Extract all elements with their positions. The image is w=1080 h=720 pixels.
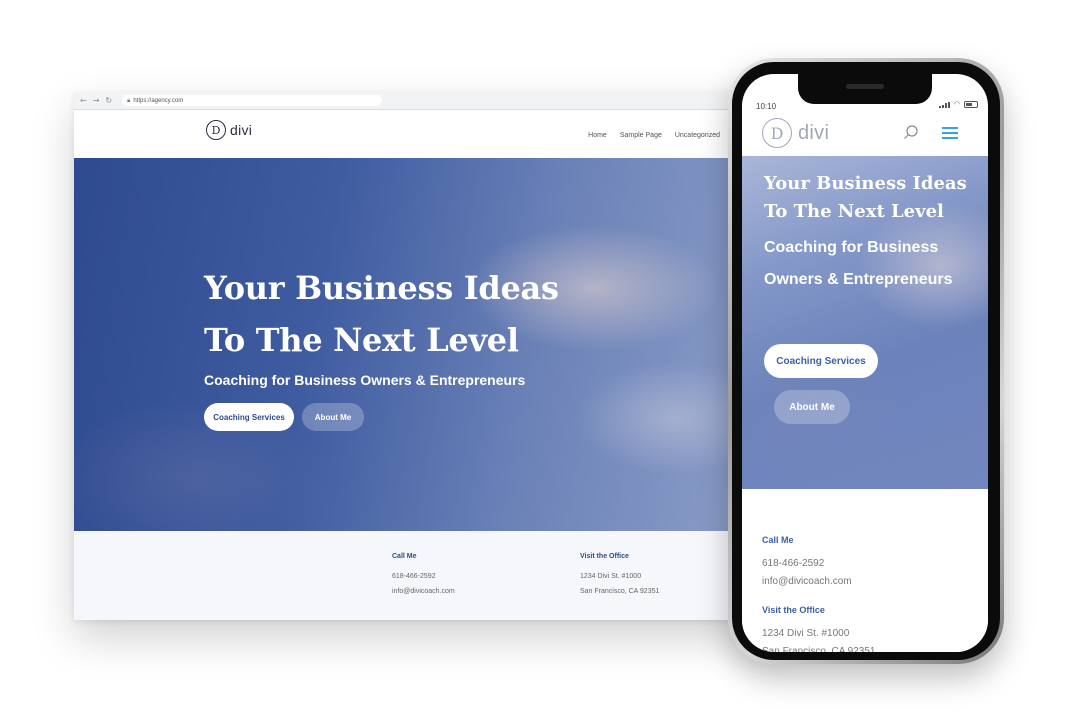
mobile-email-address[interactable]: info@divicoach.com — [762, 573, 852, 591]
visit-office-column: Visit the Office 1234 Divi St. #1000 San… — [580, 553, 659, 599]
street-address: 1234 Divi St. #1000 — [580, 573, 642, 580]
mobile-hero-title-line-2: To The Next Level — [764, 201, 944, 222]
mobile-header: D divi — [742, 114, 988, 156]
mobile-contact-section: Call Me 618-466-2592 info@divicoach.com … — [742, 489, 988, 652]
arrow-left-icon[interactable]: ← — [80, 96, 87, 105]
hero-subtitle: Coaching for Business Owners & Entrepren… — [204, 372, 526, 388]
menu-item-sample-page[interactable]: Sample Page — [620, 132, 662, 139]
browser-toolbar: ← → ↻ 🔒︎ https://agency.com — [74, 92, 774, 110]
mobile-hero-section: Your Business Ideas To The Next Level Co… — [742, 156, 988, 489]
status-time: 10:10 — [756, 102, 777, 111]
address-url: https://agency.com — [133, 97, 184, 104]
visit-office-heading: Visit the Office — [580, 553, 629, 560]
hero-title-line-1: Your Business Ideas — [204, 269, 559, 307]
call-me-heading: Call Me — [392, 553, 417, 560]
mobile-hero-title-line-1: Your Business Ideas — [764, 173, 967, 194]
mobile-logo-mark: D — [762, 118, 792, 148]
arrow-right-icon[interactable]: → — [93, 96, 100, 105]
contact-section: Call Me 618-466-2592 info@divicoach.com … — [74, 531, 774, 620]
email-address[interactable]: info@divicoach.com — [392, 584, 455, 599]
site-header: D divi Home Sample Page Uncategorized — [74, 110, 774, 158]
phone-bezel: 10:10 ◠ D divi Your Business Ideas To Th… — [732, 62, 1000, 660]
reload-icon[interactable]: ↻ — [105, 96, 112, 105]
phone-notch — [798, 74, 932, 104]
phone-mockup: 10:10 ◠ D divi Your Business Ideas To Th… — [728, 58, 1004, 664]
hero-title-line-2: To The Next Level — [204, 321, 519, 359]
logo-mark: D — [206, 120, 226, 140]
mobile-street-address: 1234 Divi St. #1000 — [762, 628, 850, 639]
status-icons: ◠ — [938, 100, 978, 108]
city-address: San Francisco, CA 92351 — [580, 588, 660, 595]
main-menu: Home Sample Page Uncategorized — [588, 132, 720, 139]
logo-text: divi — [230, 122, 253, 138]
mobile-hero-title: Your Business Ideas To The Next Level — [764, 170, 984, 226]
site-logo[interactable]: D divi — [206, 120, 252, 140]
menu-item-home[interactable]: Home — [588, 132, 607, 139]
mobile-logo[interactable]: D divi — [762, 118, 829, 148]
search-icon[interactable] — [902, 124, 920, 142]
desktop-browser-mockup: ← → ↻ 🔒︎ https://agency.com D divi Home … — [74, 92, 774, 620]
mobile-logo-text: divi — [798, 121, 830, 144]
mobile-phone-number[interactable]: 618-466-2592 — [762, 555, 852, 573]
speaker-grille — [846, 84, 884, 89]
hero-title: Your Business Ideas To The Next Level — [204, 262, 624, 366]
mobile-city-address: San Francisco, CA 92351 — [762, 646, 876, 652]
mobile-coaching-services-button[interactable]: Coaching Services — [764, 344, 878, 378]
hamburger-menu-icon[interactable] — [942, 127, 958, 139]
signal-icon — [938, 102, 950, 108]
mobile-call-me-column: Call Me 618-466-2592 info@divicoach.com — [762, 535, 852, 591]
hero-section: Your Business Ideas To The Next Level Co… — [74, 158, 774, 531]
battery-icon — [964, 101, 978, 108]
about-me-button[interactable]: About Me — [302, 403, 364, 431]
mobile-call-me-heading: Call Me — [762, 535, 794, 545]
address-bar[interactable]: 🔒︎ https://agency.com — [122, 95, 383, 106]
menu-item-uncategorized[interactable]: Uncategorized — [675, 132, 720, 139]
mobile-visit-office-heading: Visit the Office — [762, 605, 825, 615]
wifi-icon: ◠ — [953, 100, 960, 108]
lock-icon: 🔒︎ — [127, 96, 131, 104]
mobile-visit-office-column: Visit the Office 1234 Divi St. #1000 San… — [762, 605, 875, 652]
phone-number[interactable]: 618-466-2592 — [392, 569, 455, 584]
coaching-services-button[interactable]: Coaching Services — [204, 403, 294, 431]
call-me-column: Call Me 618-466-2592 info@divicoach.com — [392, 553, 455, 599]
mobile-about-me-button[interactable]: About Me — [774, 390, 850, 424]
phone-screen: 10:10 ◠ D divi Your Business Ideas To Th… — [742, 74, 988, 652]
mobile-hero-subtitle: Coaching for Business Owners & Entrepren… — [764, 239, 953, 288]
